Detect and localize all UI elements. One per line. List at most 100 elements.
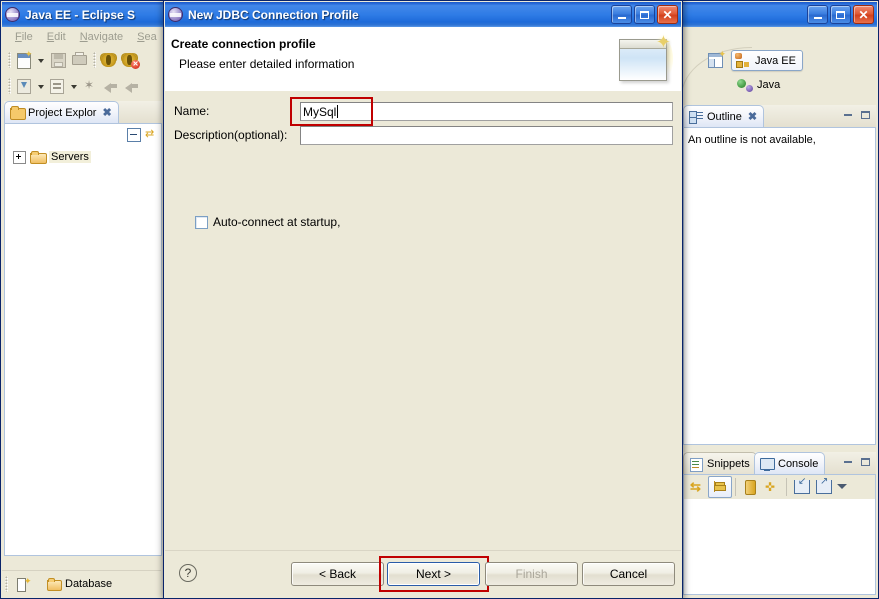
- name-input[interactable]: MySql: [300, 102, 673, 121]
- dialog-body: Name: MySql Description(optional): Auto-…: [165, 91, 681, 552]
- print-icon[interactable]: [69, 50, 89, 70]
- dialog-header: Create connection profile Please enter d…: [165, 27, 681, 92]
- eclipse-statusbar: Database: [2, 570, 161, 597]
- pin-console-icon[interactable]: ✜: [761, 477, 783, 497]
- dialog-window-controls: ✕: [611, 5, 678, 24]
- wizard-banner-icon: ✦: [615, 33, 673, 83]
- screen-root: Java EE - Eclipse S ✕ File Edit Navigate…: [0, 0, 879, 599]
- menu-edit-label: dit: [54, 31, 66, 43]
- outline-body: An outline is not available,: [683, 127, 876, 445]
- toolbar-grip-3[interactable]: [8, 78, 11, 94]
- close-icon[interactable]: ✖: [748, 110, 757, 123]
- menu-file[interactable]: File: [8, 29, 40, 45]
- perspective-switcher: ✦ Java EE Java: [681, 27, 877, 105]
- tab-outline[interactable]: Outline ✖: [683, 105, 765, 127]
- help-icon[interactable]: ?: [179, 564, 197, 582]
- auto-connect-checkbox-row[interactable]: Auto-connect at startup,: [195, 215, 340, 229]
- run-dropdown-arrow-icon[interactable]: [35, 76, 46, 96]
- menu-search[interactable]: Sea: [130, 29, 164, 45]
- dialog-header-subtitle: Please enter detailed information: [179, 57, 355, 71]
- save-icon[interactable]: [48, 50, 68, 70]
- new-console-view-icon[interactable]: [812, 477, 834, 497]
- expander-icon[interactable]: [13, 150, 26, 164]
- next-button-label: Next >: [415, 567, 451, 581]
- view-menu-icon[interactable]: [834, 477, 850, 497]
- folder-icon: [47, 578, 62, 591]
- eclipse-toolbar: ✦ ✕ ✶: [2, 47, 161, 101]
- close-icon[interactable]: ✖: [102, 106, 111, 119]
- tab-project-explorer[interactable]: Project Explor ✖: [4, 101, 119, 123]
- maximize-icon[interactable]: [858, 108, 873, 122]
- back-navigation-icon[interactable]: [101, 76, 121, 96]
- search-icon[interactable]: ✶: [80, 76, 100, 96]
- perspective-java-label: Java: [757, 78, 781, 91]
- minimize-icon[interactable]: [841, 108, 856, 122]
- console-tabbar: Snippets Console: [683, 452, 876, 474]
- project-explorer-body: ⇄ Servers: [4, 123, 162, 556]
- editor-area-icon[interactable]: [13, 576, 32, 592]
- project-explorer-icon: [10, 105, 26, 120]
- back-button[interactable]: < Back: [291, 562, 384, 586]
- outline-tabbar: Outline ✖: [683, 105, 876, 127]
- new-jdbc-connection-profile-dialog: New JDBC Connection Profile ✕ Create con…: [163, 0, 683, 599]
- auto-connect-label: Auto-connect at startup,: [213, 215, 341, 229]
- cancel-button[interactable]: Cancel: [582, 562, 675, 586]
- collapse-all-icon[interactable]: [125, 126, 141, 142]
- minimize-button[interactable]: [807, 5, 828, 24]
- eclipse-globe-icon: [5, 7, 20, 22]
- eclipse-right-panel: ✦ Java EE Java Outline ✖ An outline is n…: [681, 27, 877, 597]
- run-icon[interactable]: [14, 76, 34, 96]
- tab-project-explorer-label: Project Explor: [28, 106, 97, 119]
- menu-navigate[interactable]: Navigate: [73, 29, 130, 45]
- perspective-java-ee[interactable]: Java EE: [731, 50, 803, 71]
- console-view-body: ⇆ ✜: [683, 474, 876, 595]
- tab-snippets[interactable]: Snippets: [683, 452, 757, 474]
- next-button[interactable]: Next >: [387, 562, 480, 586]
- dialog-minimize-button[interactable]: [611, 5, 632, 24]
- maximize-icon[interactable]: [858, 455, 873, 469]
- statusbar-message: Database: [47, 578, 112, 591]
- forward-navigation-icon[interactable]: [122, 76, 142, 96]
- new-wizard-icon[interactable]: ✦: [14, 50, 34, 70]
- console-view: Snippets Console ⇆ ✜ ↙ ↗: [683, 452, 876, 595]
- menu-search-label: ea: [144, 31, 157, 43]
- debug-icon[interactable]: [99, 50, 119, 70]
- statusbar-grip[interactable]: [5, 576, 8, 592]
- outline-tabfolder: Outline ✖ An outline is not available,: [683, 105, 876, 445]
- dialog-close-button[interactable]: ✕: [657, 5, 678, 24]
- description-input[interactable]: [300, 126, 673, 145]
- link-with-editor-icon[interactable]: ⇄: [143, 126, 159, 142]
- auto-connect-checkbox[interactable]: [195, 215, 208, 229]
- perspective-java[interactable]: Java: [734, 75, 786, 94]
- tree-item-servers[interactable]: Servers: [5, 148, 161, 166]
- description-field-row: Description(optional):: [174, 128, 287, 142]
- close-button[interactable]: ✕: [853, 5, 874, 24]
- toolbar-row-2: ✶: [2, 73, 161, 99]
- menu-edit[interactable]: Edit: [40, 29, 73, 45]
- project-explorer-tabbar: Project Explor ✖: [4, 101, 162, 123]
- console-output-area[interactable]: [684, 499, 875, 594]
- open-perspective-icon[interactable]: ✦: [707, 49, 726, 69]
- outline-icon: [689, 110, 703, 124]
- name-field-row: Name:: [174, 104, 299, 118]
- new-dropdown-arrow-icon[interactable]: [35, 50, 47, 70]
- tab-console[interactable]: Console: [754, 452, 826, 474]
- finish-button-label: Finish: [515, 567, 548, 581]
- toolbar-grip[interactable]: [8, 52, 11, 68]
- outline-view: Outline ✖ An outline is not available,: [683, 105, 876, 445]
- finish-button[interactable]: Finish: [485, 562, 578, 586]
- external-dropdown-arrow-icon[interactable]: [68, 76, 79, 96]
- dialog-maximize-button[interactable]: [634, 5, 655, 24]
- display-selected-console-icon[interactable]: ⇆: [686, 477, 708, 497]
- scroll-lock-icon[interactable]: [739, 477, 761, 497]
- toolbar-grip-2[interactable]: [93, 52, 96, 68]
- outline-empty-message: An outline is not available,: [688, 134, 816, 146]
- maximize-button[interactable]: [830, 5, 851, 24]
- cancel-button-label: Cancel: [609, 567, 648, 581]
- console-toolbar: ⇆ ✜: [684, 475, 875, 500]
- external-tools-icon[interactable]: [47, 76, 67, 96]
- open-console-icon[interactable]: [790, 477, 812, 497]
- show-console-view-icon[interactable]: [708, 476, 732, 498]
- terminate-debug-icon[interactable]: ✕: [120, 50, 140, 70]
- minimize-icon[interactable]: [841, 455, 856, 469]
